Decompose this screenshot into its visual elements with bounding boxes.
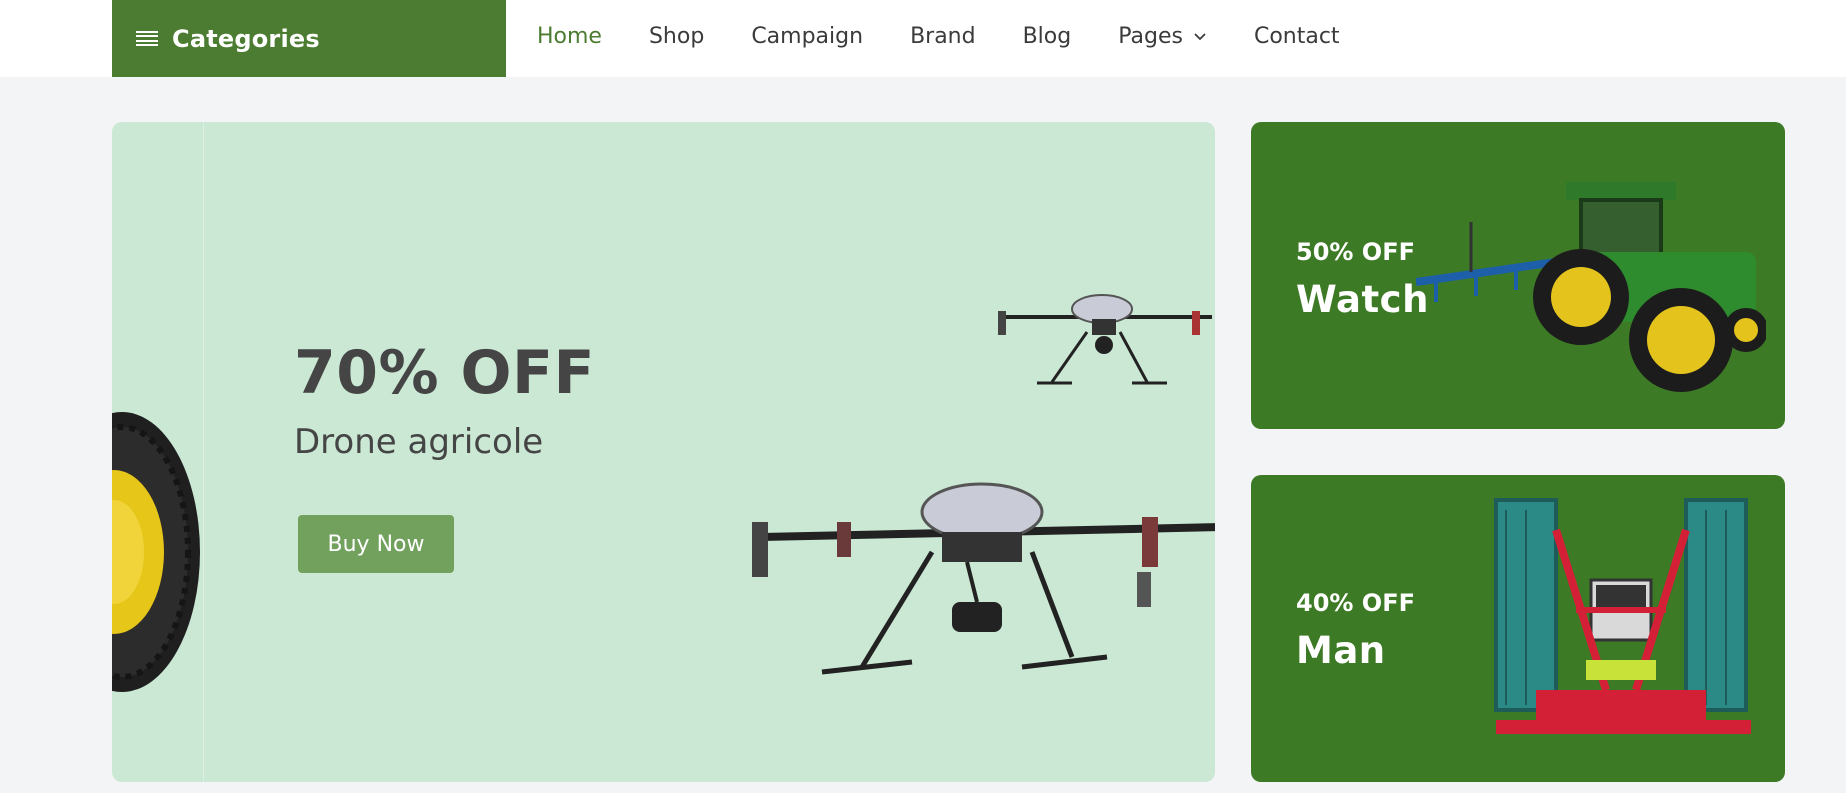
nav-shop[interactable]: Shop [649,24,704,49]
nav-campaign[interactable]: Campaign [751,24,863,49]
nav-home[interactable]: Home [537,24,602,49]
buy-now-button[interactable]: Buy Now [298,515,454,573]
promo-title: Man [1296,629,1386,672]
promo-discount: 50% OFF [1296,238,1415,266]
promo-card-watch[interactable]: 50% OFF Watch [1251,122,1785,429]
categories-button[interactable]: Categories [112,0,506,77]
main-nav: Home Shop Campaign Brand Blog Pages Cont… [537,0,1387,72]
hero-subtitle: Drone agricole [294,422,544,462]
top-navbar: Categories Home Shop Campaign Brand Blog… [0,0,1846,77]
drone-image-small [998,294,1212,385]
hero-slider[interactable]: 70% OFF Drone agricole Buy Now [112,122,1215,782]
tractor-image [1416,182,1766,392]
nav-pages-label: Pages [1118,23,1183,49]
promo-card-man[interactable]: 40% OFF Man [1251,475,1785,782]
nav-blog[interactable]: Blog [1023,24,1072,49]
promo-discount: 40% OFF [1296,589,1415,617]
menu-icon [136,30,158,47]
chevron-down-icon [1194,33,1206,41]
harrow-implement-image [1494,498,1751,734]
nav-brand[interactable]: Brand [910,24,976,49]
drone-image-large [752,482,1215,675]
promo-title: Watch [1296,278,1429,321]
hero-discount: 70% OFF [294,338,595,408]
nav-pages[interactable]: Pages [1118,24,1207,49]
tractor-wheel-image [112,412,200,692]
nav-contact[interactable]: Contact [1254,24,1340,49]
categories-label: Categories [172,24,320,53]
